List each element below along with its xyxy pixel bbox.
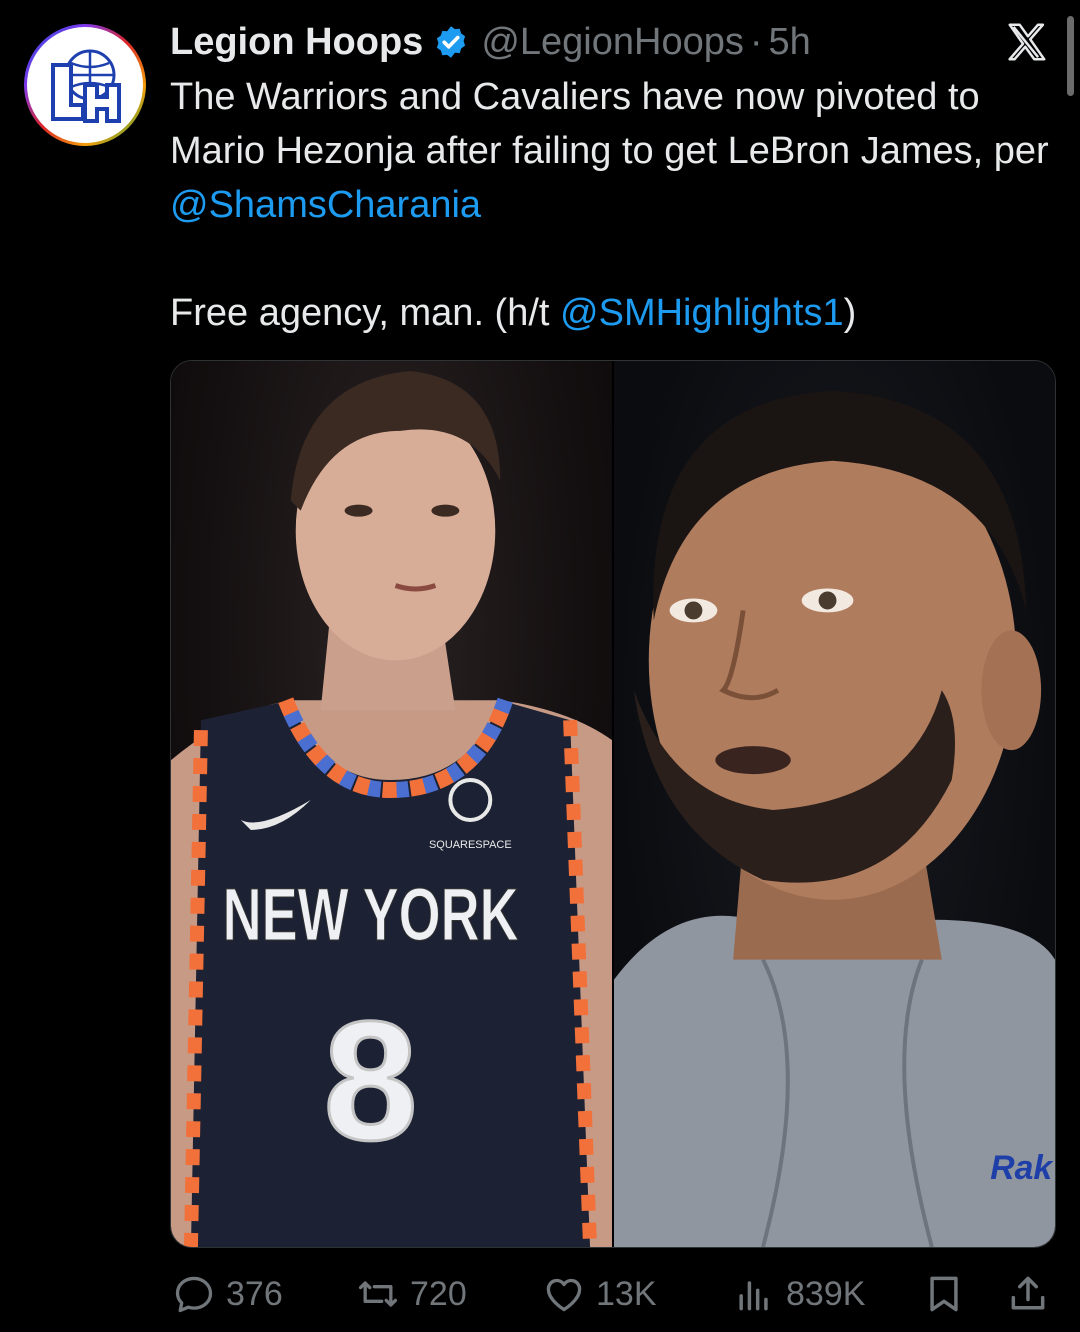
author-handle[interactable]: @LegionHoops [481, 21, 744, 64]
tweet-paragraph-1: The Warriors and Cavaliers have now pivo… [170, 70, 1060, 232]
bookmark-icon [930, 1276, 958, 1312]
retweet-count: 720 [410, 1274, 467, 1313]
x-logo-icon[interactable] [1004, 20, 1050, 66]
scrollbar[interactable] [1067, 16, 1074, 96]
reply-count: 376 [226, 1274, 283, 1313]
share-icon [1011, 1276, 1045, 1310]
retweet-icon [358, 1281, 398, 1307]
tweet-text-part: Free agency, man. (h/t [170, 292, 561, 334]
retweet-button[interactable]: 720 [356, 1262, 467, 1326]
player-illustration-right: Rak [614, 390, 1055, 1247]
reply-icon [175, 1276, 213, 1313]
tweet-media[interactable]: SQUARESPACE NEW YORK 8 Rak [170, 360, 1056, 1248]
avatar[interactable] [24, 24, 146, 146]
tweet-text-part: The Warriors and Cavaliers have now pivo… [170, 76, 1049, 172]
photo-hezonja[interactable]: SQUARESPACE NEW YORK 8 [171, 361, 612, 1247]
jersey-text: NEW YORK [223, 873, 519, 956]
tweet-text-part: ) [843, 292, 857, 334]
author-name[interactable]: Legion Hoops [170, 21, 423, 64]
mention-link[interactable]: @SMHighlights1 [560, 292, 844, 334]
views-button[interactable]: 839K [732, 1262, 865, 1326]
tweet-paragraph-2: Free agency, man. (h/t @SMHighlights1) [170, 286, 1060, 340]
tweet-actions: 376 720 13K 839K [170, 1262, 1060, 1326]
like-button[interactable]: 13K [542, 1262, 657, 1326]
jersey-number: 8 [323, 985, 417, 1175]
reply-button[interactable]: 376 [172, 1262, 283, 1326]
photo-curry[interactable]: Rak [612, 361, 1055, 1247]
view-count: 839K [786, 1274, 866, 1313]
heart-icon [546, 1278, 582, 1312]
legion-hoops-logo-icon [51, 49, 121, 123]
timestamp[interactable]: 5h [769, 21, 811, 64]
verified-badge-icon [437, 26, 466, 58]
player-illustration-left: SQUARESPACE NEW YORK 8 [171, 370, 612, 1247]
share-button[interactable] [1006, 1262, 1060, 1326]
sponsor-text: SQUARESPACE [429, 839, 512, 851]
hoodie-text: Rak [990, 1149, 1054, 1187]
bookmark-button[interactable] [922, 1262, 976, 1326]
separator-dot: · [749, 20, 763, 63]
tweet-text: The Warriors and Cavaliers have now pivo… [170, 70, 1060, 340]
analytics-icon [739, 1281, 768, 1311]
tweet-header: Legion Hoops @LegionHoops · 5h [170, 14, 1060, 70]
like-count: 13K [596, 1274, 657, 1313]
tweet-content: Legion Hoops @LegionHoops · 5h The Warri… [170, 14, 1060, 340]
mention-link[interactable]: @ShamsCharania [170, 184, 481, 226]
